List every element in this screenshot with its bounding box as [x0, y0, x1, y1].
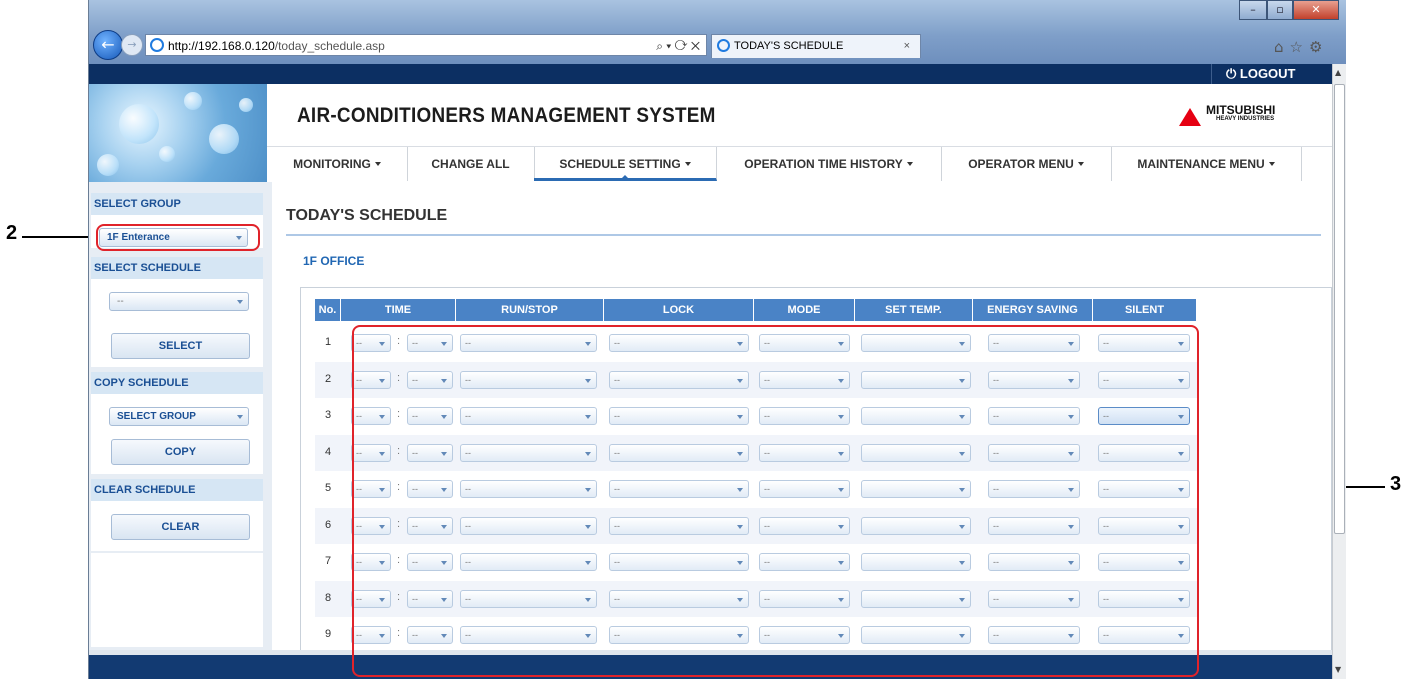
- title-divider: [286, 234, 1321, 236]
- minimize-icon[interactable]: –: [1239, 0, 1267, 20]
- col-run-stop: RUN/STOP: [456, 299, 604, 321]
- address-tools-icons[interactable]: ⌕ ▾ ⟳ ✕: [656, 35, 700, 57]
- row-number: 9: [324, 628, 332, 640]
- clear-button[interactable]: CLEAR: [111, 514, 250, 540]
- copy-group-select[interactable]: SELECT GROUP: [109, 407, 249, 426]
- address-path: /today_schedule.asp: [274, 39, 385, 53]
- select-schedule-heading: SELECT SCHEDULE: [91, 257, 263, 279]
- logout-button[interactable]: ⏻ LOGOUT: [1211, 64, 1323, 84]
- row-number: 3: [324, 409, 332, 421]
- browser-tab[interactable]: TODAY'S SCHEDULE ×: [711, 34, 921, 58]
- menu-maintenance-menu[interactable]: MAINTENANCE MENU: [1111, 147, 1302, 181]
- forward-arrow-icon[interactable]: →: [121, 34, 143, 56]
- row-number: 7: [324, 555, 332, 567]
- scroll-down-icon[interactable]: ▼: [1335, 665, 1341, 674]
- tab-close-icon[interactable]: ×: [904, 35, 910, 57]
- row-number: 4: [324, 446, 332, 458]
- callout-line-2: [22, 236, 97, 238]
- menu-monitoring[interactable]: MONITORING: [267, 147, 408, 181]
- col-energy-saving: ENERGY SAVING: [973, 299, 1093, 321]
- top-nav-bar: [89, 64, 1332, 84]
- select-button[interactable]: SELECT: [111, 333, 250, 359]
- tab-title: TODAY'S SCHEDULE: [734, 40, 844, 52]
- app-title: AIR-CONDITIONERS MANAGEMENT SYSTEM: [297, 104, 716, 127]
- col-mode: MODE: [754, 299, 855, 321]
- sidebar-empty-area: [91, 553, 263, 647]
- col-silent: SILENT: [1093, 299, 1197, 321]
- caret-down-icon: [1077, 162, 1084, 166]
- home-star-gear-icons[interactable]: ⌂☆⚙: [1274, 38, 1328, 56]
- col-set-temp: SET TEMP.: [855, 299, 973, 321]
- caret-down-icon: [374, 162, 381, 166]
- ie-page-icon: [150, 38, 164, 52]
- caret-down-icon: [906, 162, 913, 166]
- copy-schedule-heading: COPY SCHEDULE: [91, 372, 263, 394]
- col-lock: LOCK: [604, 299, 754, 321]
- mitsubishi-logo-icon: [1179, 108, 1201, 126]
- row-number: 5: [324, 482, 332, 494]
- dropdown-arrow-icon: [237, 300, 243, 304]
- highlight-group-select: [96, 224, 260, 251]
- callout-number-3: 3: [1390, 473, 1402, 495]
- row-number: 1: [324, 336, 332, 348]
- copy-button[interactable]: COPY: [111, 439, 250, 465]
- clear-schedule-heading: CLEAR SCHEDULE: [91, 479, 263, 501]
- vertical-scrollbar[interactable]: ▲ ▼: [1332, 64, 1346, 679]
- page-title: TODAY'S SCHEDULE: [286, 207, 448, 224]
- caret-down-icon: [1268, 162, 1275, 166]
- callout-number-2: 2: [6, 222, 18, 244]
- banner-image: [89, 84, 267, 182]
- close-window-icon[interactable]: ✕: [1293, 0, 1339, 20]
- menu-change-all[interactable]: CHANGE ALL: [407, 147, 535, 181]
- col-time: TIME: [341, 299, 456, 321]
- scroll-thumb[interactable]: [1334, 84, 1345, 534]
- col-no: No.: [315, 299, 341, 321]
- group-name: 1F OFFICE: [303, 254, 365, 268]
- row-number: 6: [324, 519, 332, 531]
- logo-subtitle: HEAVY INDUSTRIES: [1216, 116, 1275, 122]
- schedule-select[interactable]: --: [109, 292, 249, 311]
- row-number: 2: [324, 373, 332, 385]
- ie-tab-icon: [717, 39, 730, 52]
- back-arrow-icon[interactable]: ←: [93, 30, 123, 60]
- active-menu-indicator: [619, 175, 631, 181]
- address-bar[interactable]: http://192.168.0.120/today_schedule.asp …: [145, 34, 707, 56]
- dropdown-arrow-icon: [237, 415, 243, 419]
- caret-down-icon: [684, 162, 691, 166]
- select-group-heading: SELECT GROUP: [91, 193, 263, 215]
- row-number: 8: [324, 592, 332, 604]
- maximize-icon[interactable]: ▫: [1267, 0, 1293, 20]
- highlight-schedule-cells: [352, 325, 1199, 677]
- address-host: http://192.168.0.120: [168, 39, 275, 53]
- menu-operator-menu[interactable]: OPERATOR MENU: [941, 147, 1112, 181]
- scroll-up-icon[interactable]: ▲: [1335, 68, 1341, 77]
- menu-operation-time-history[interactable]: OPERATION TIME HISTORY: [716, 147, 942, 181]
- logo-name: MITSUBISHI: [1206, 103, 1276, 117]
